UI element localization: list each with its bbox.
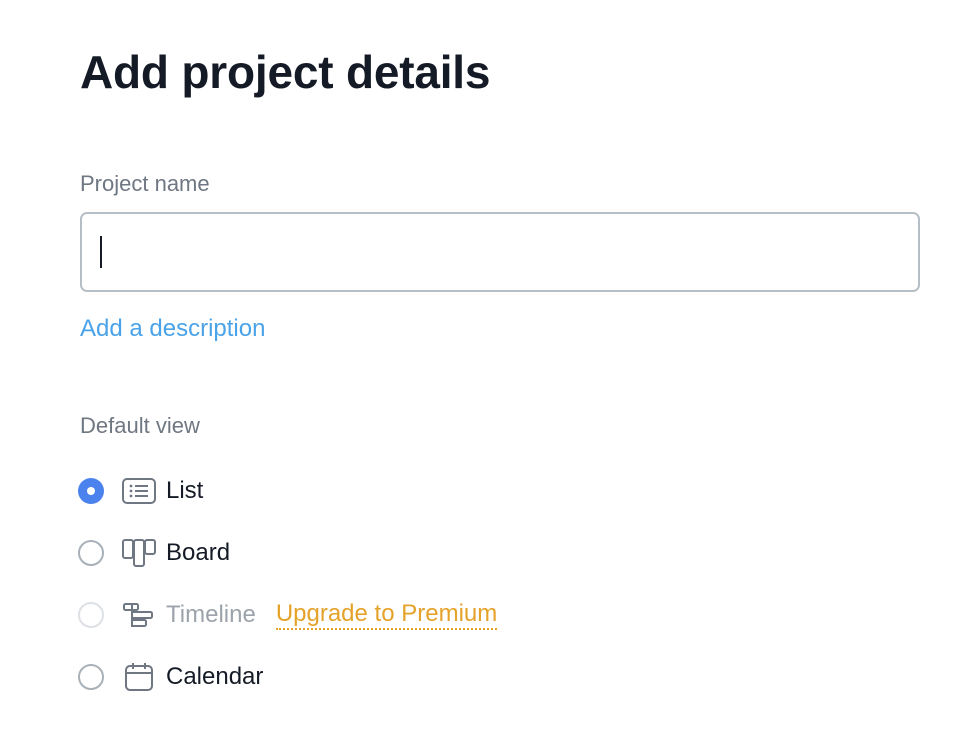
view-option-calendar[interactable]: Calendar bbox=[78, 662, 263, 692]
list-icon bbox=[122, 476, 156, 506]
view-option-list[interactable]: List bbox=[78, 476, 203, 506]
project-name-label: Project name bbox=[80, 171, 210, 196]
add-project-details-page: Add project details Project name Add a d… bbox=[0, 0, 970, 734]
calendar-icon bbox=[122, 662, 156, 692]
page-title: Add project details bbox=[80, 46, 491, 98]
calendar-radio[interactable] bbox=[78, 664, 104, 690]
default-view-label: Default view bbox=[80, 413, 200, 438]
calendar-option-label: Calendar bbox=[166, 663, 264, 690]
add-description-link[interactable]: Add a description bbox=[80, 314, 265, 344]
list-radio[interactable] bbox=[78, 478, 104, 504]
view-option-timeline: Timeline Upgrade to Premium bbox=[78, 600, 498, 630]
board-option-label: Board bbox=[166, 539, 231, 566]
view-option-board[interactable]: Board bbox=[78, 538, 230, 568]
board-icon bbox=[122, 538, 156, 568]
timeline-option-label: Timeline bbox=[166, 601, 256, 628]
board-radio[interactable] bbox=[78, 540, 104, 566]
upgrade-to-premium-link[interactable]: Upgrade to Premium bbox=[275, 600, 498, 630]
list-option-label: List bbox=[166, 477, 204, 504]
project-name-input[interactable] bbox=[80, 212, 920, 292]
timeline-radio bbox=[78, 602, 104, 628]
text-cursor bbox=[100, 236, 102, 268]
timeline-icon bbox=[122, 600, 156, 630]
